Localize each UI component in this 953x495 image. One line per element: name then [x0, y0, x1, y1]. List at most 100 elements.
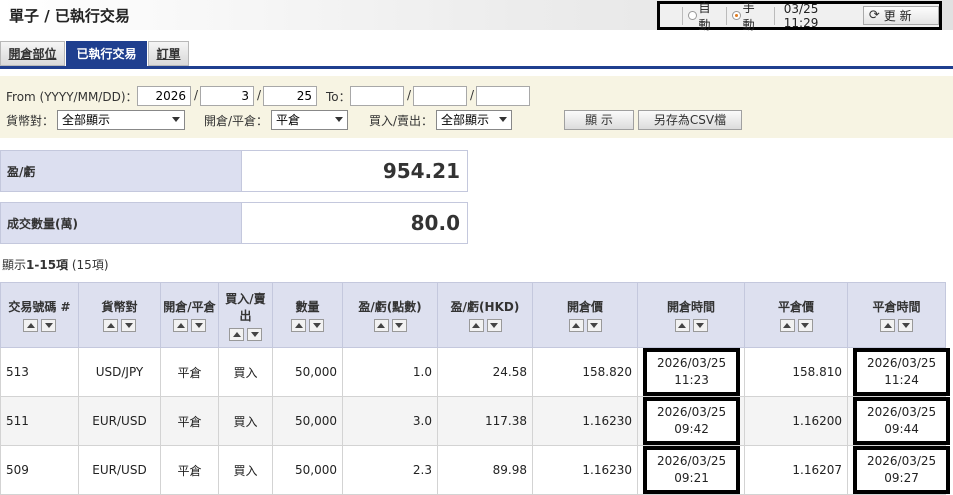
open-clock-text: 09:21	[674, 471, 709, 485]
sort-ascending-button[interactable]	[373, 319, 389, 332]
sort-ascending-button[interactable]	[229, 327, 244, 341]
arrow-up-icon	[572, 323, 580, 328]
radio-off-icon	[687, 11, 697, 20]
to-year-input[interactable]	[350, 86, 404, 106]
column-header-label: 開倉/平倉	[163, 300, 216, 314]
sort-descending-button[interactable]	[692, 319, 708, 332]
sort-descending-button[interactable]	[191, 319, 206, 332]
sort-ascending-button[interactable]	[173, 319, 188, 332]
sort-ascending-button[interactable]	[468, 319, 484, 332]
to-label: To：	[326, 90, 351, 104]
buy-sell-cell[interactable]: 買入	[218, 347, 273, 397]
close-time-cell: 2026/03/25 09:27	[847, 445, 951, 495]
sort-controls	[640, 319, 742, 332]
sort-ascending-button[interactable]	[23, 319, 38, 332]
open-close-cell: 平倉	[160, 445, 219, 495]
arrow-up-icon	[26, 323, 35, 328]
sort-ascending-button[interactable]	[103, 319, 118, 332]
column-header-quantity: 數量	[272, 282, 343, 348]
open-close-select[interactable]: 平倉	[271, 110, 348, 130]
chevron-down-icon	[499, 117, 507, 122]
open-price-cell: 158.820	[532, 347, 638, 397]
export-csv-button[interactable]: 另存為CSV檔	[638, 110, 742, 130]
sort-descending-button[interactable]	[247, 327, 262, 341]
quantity-cell: 50,000	[272, 445, 343, 495]
sort-ascending-button[interactable]	[880, 319, 895, 332]
open-date-text: 2026/03/25	[657, 356, 727, 370]
divider	[682, 6, 683, 25]
arrow-down-icon	[44, 323, 53, 328]
sort-descending-button[interactable]	[121, 319, 136, 332]
buy-sell-select[interactable]: 全部顯示	[436, 110, 512, 130]
display-button[interactable]: 顯 示	[564, 110, 634, 130]
sort-descending-button[interactable]	[41, 319, 56, 332]
date-separator: /	[470, 88, 475, 102]
from-day-input[interactable]	[263, 86, 317, 106]
pnl-pips-cell: 3.0	[342, 396, 438, 446]
sort-descending-button[interactable]	[309, 319, 324, 332]
tab-open-positions[interactable]: 開倉部位	[0, 41, 65, 66]
close-price-cell: 158.810	[744, 347, 848, 397]
currency-pair-cell: EUR/USD	[78, 396, 161, 446]
sort-descending-button[interactable]	[898, 319, 913, 332]
quantity-cell: 50,000	[272, 347, 343, 397]
date-separator: /	[257, 88, 262, 102]
arrow-down-icon	[696, 323, 704, 328]
sort-ascending-button[interactable]	[779, 319, 795, 332]
divider	[726, 6, 728, 25]
currency-pair-cell: EUR/USD	[78, 445, 161, 495]
sort-descending-button[interactable]	[586, 319, 602, 332]
arrow-down-icon	[194, 323, 203, 328]
column-header-label: 買入/賣出	[225, 291, 266, 323]
currency-pair-cell: USD/JPY	[78, 347, 161, 397]
buy-sell-cell[interactable]: 買入	[218, 445, 273, 495]
open-clock-text: 09:42	[674, 422, 709, 436]
open-time-value: 2026/03/25 09:42	[643, 397, 741, 445]
to-day-input[interactable]	[476, 86, 530, 106]
arrow-down-icon	[312, 323, 321, 328]
arrow-up-icon	[883, 323, 892, 328]
currency-select[interactable]: 全部顯示	[57, 110, 185, 130]
pnl-hkd-cell: 89.98	[437, 445, 533, 495]
open-clock-text: 11:23	[674, 373, 709, 387]
open-close-cell: 平倉	[160, 347, 219, 397]
from-month-input[interactable]	[200, 86, 254, 106]
quantity-cell: 50,000	[272, 396, 343, 446]
tab-orders[interactable]: 訂單	[148, 41, 189, 66]
refresh-button[interactable]: ⟳ 更 新	[862, 6, 940, 25]
arrow-up-icon	[294, 323, 303, 328]
mode-auto-radio[interactable]: 自動	[687, 1, 721, 32]
column-header-open-close: 開倉/平倉	[160, 282, 219, 348]
sort-ascending-button[interactable]	[674, 319, 690, 332]
column-header-close-time: 平倉時間	[847, 282, 946, 348]
column-header-close-price: 平倉價	[744, 282, 848, 348]
date-separator: /	[407, 88, 412, 102]
from-year-input[interactable]	[137, 86, 191, 106]
open-date-text: 2026/03/25	[657, 454, 727, 468]
column-header-pnl-pips: 盈/虧(點數)	[342, 282, 438, 348]
currency-label: 貨幣對：	[6, 114, 55, 128]
arrow-up-icon	[377, 323, 385, 328]
sort-ascending-button[interactable]	[291, 319, 306, 332]
sort-descending-button[interactable]	[486, 319, 502, 332]
pnl-pips-cell: 1.0	[342, 347, 438, 397]
column-header-label: 貨幣對	[101, 300, 138, 314]
to-month-input[interactable]	[413, 86, 467, 106]
volume-value: 80.0	[241, 202, 468, 244]
result-count-total: (15項)	[68, 258, 109, 272]
arrow-down-icon	[490, 323, 498, 328]
sort-descending-button[interactable]	[391, 319, 407, 332]
open-time-cell: 2026/03/25 11:23	[637, 347, 745, 397]
refresh-panel: 自動 手 動 03/25 11:29 ⟳ 更 新	[657, 1, 942, 32]
trade-id-cell: 509	[0, 445, 79, 495]
volume-label: 成交數量(萬)	[0, 202, 242, 244]
sort-ascending-button[interactable]	[568, 319, 584, 332]
mode-manual-radio[interactable]: 手 動	[732, 1, 769, 32]
tab-executed-trades[interactable]: 已執行交易	[66, 41, 147, 66]
sort-descending-button[interactable]	[797, 319, 813, 332]
open-time-value: 2026/03/25 09:21	[643, 446, 741, 494]
column-header-open-time: 開倉時間	[637, 282, 745, 348]
sort-controls	[345, 319, 435, 332]
buy-sell-cell[interactable]: 買入	[218, 396, 273, 446]
close-time-value: 2026/03/25 11:24	[853, 348, 951, 396]
